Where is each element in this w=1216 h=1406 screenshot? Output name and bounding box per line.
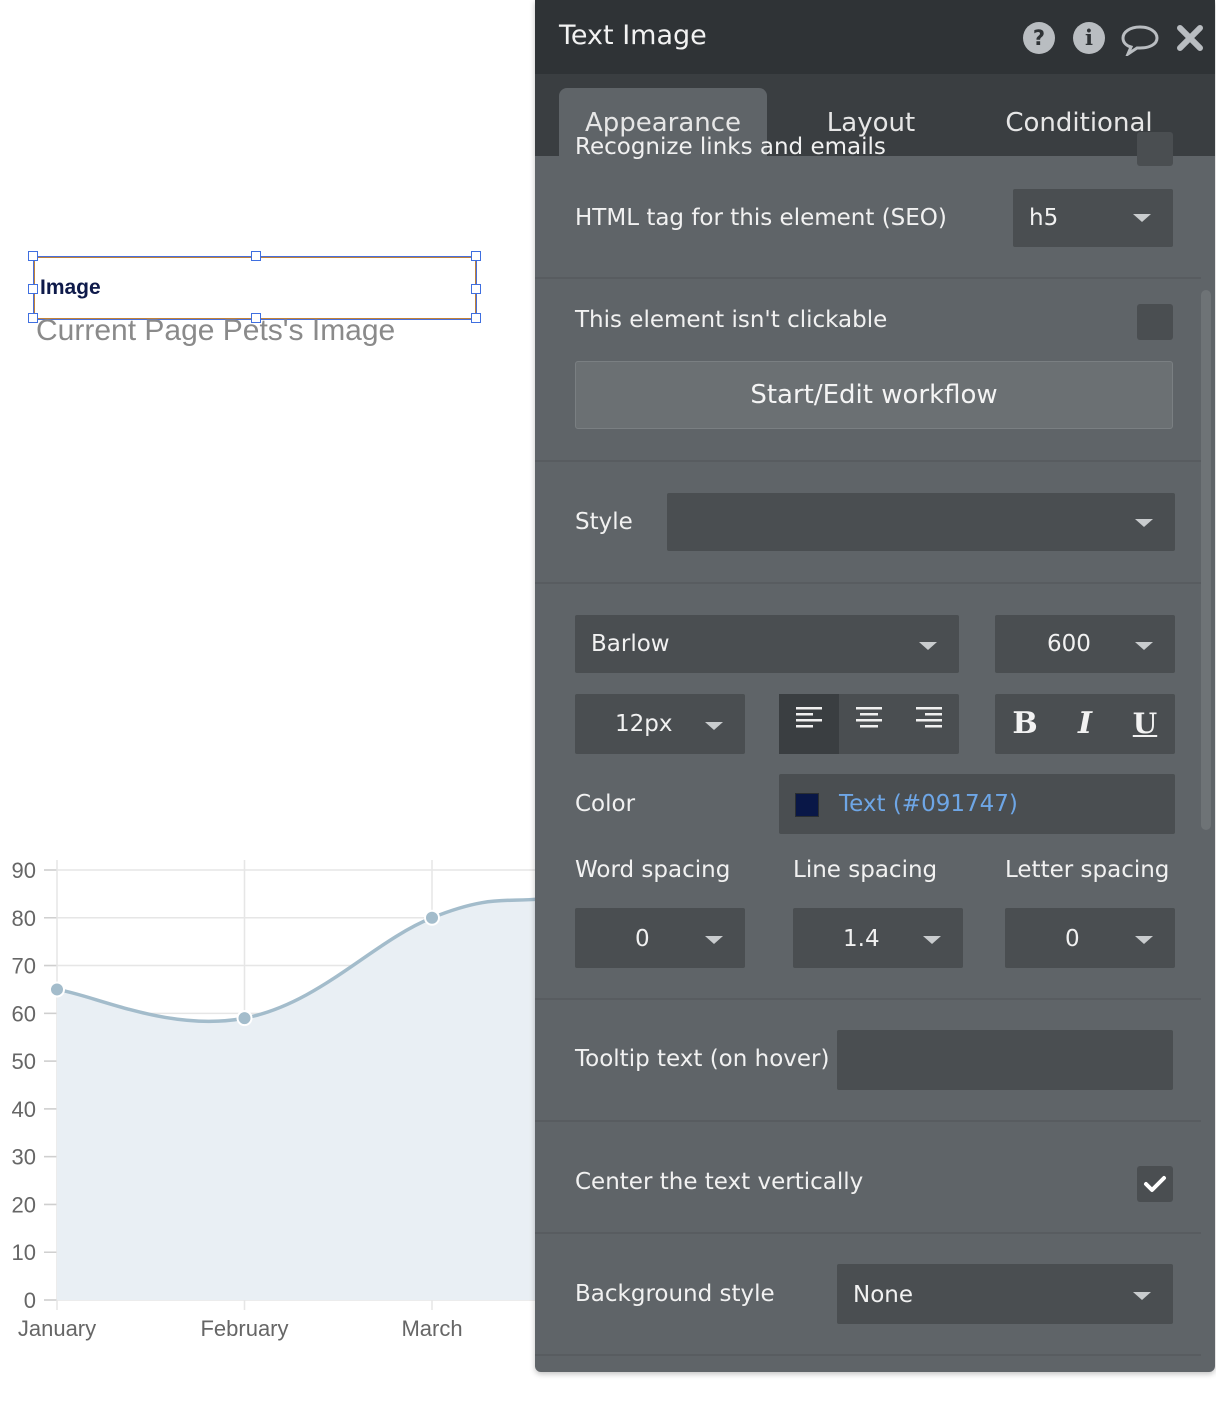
italic-button[interactable]: I [1055,694,1115,754]
y-tick-label: 20 [12,1192,36,1217]
align-center-button[interactable] [839,694,899,754]
property-editor-panel: Text Image ? i Appearance Layout Conditi… [535,0,1215,1372]
align-left-icon [796,707,822,728]
y-tick-label: 50 [12,1049,36,1074]
y-tick-label: 90 [12,858,36,883]
color-label: Color [575,791,636,817]
resize-handle-middle-left[interactable] [28,284,38,294]
resize-handle-top-right[interactable] [471,251,481,261]
recognize-links-label: Recognize links and emails [575,134,886,160]
center-vertically-label: Center the text vertically [575,1169,864,1195]
resize-handle-top-left[interactable] [28,251,38,261]
divider [535,1232,1201,1234]
letter-spacing-value: 0 [1065,926,1080,952]
close-icon[interactable] [1175,22,1205,58]
background-style-value: None [853,1282,914,1308]
style-label: Style [575,509,633,535]
underline-button[interactable]: U [1115,694,1175,754]
y-tick-label: 80 [12,906,36,931]
data-point [49,981,65,998]
comment-icon[interactable] [1121,24,1159,60]
font-family-dropdown[interactable]: Barlow [575,615,959,673]
help-icon[interactable]: ? [1023,22,1055,54]
start-edit-workflow-button[interactable]: Start/Edit workflow [575,361,1173,429]
bold-button[interactable]: B [995,694,1055,754]
chevron-down-icon [923,936,941,944]
text-format-group: B I U [995,694,1175,754]
divider [535,998,1201,1000]
panel-header: Text Image ? i [535,0,1215,74]
panel-scrollbar[interactable] [1201,290,1211,830]
recognize-links-checkbox[interactable] [1137,132,1173,166]
x-tick-label: January [18,1316,96,1341]
y-tick-label: 70 [12,954,36,979]
chevron-down-icon [1133,1292,1151,1300]
not-clickable-checkbox[interactable] [1137,304,1173,340]
word-spacing-value: 0 [635,926,650,952]
y-tick-label: 10 [12,1240,36,1265]
not-clickable-label: This element isn't clickable [575,307,888,333]
color-value: Text (#091747) [839,791,1018,817]
resize-handle-middle-right[interactable] [471,284,481,294]
text-element-content: Image [40,276,101,299]
align-left-button[interactable] [779,694,839,754]
word-spacing-label: Word spacing [575,857,731,883]
area-chart: 0 10 20 30 40 50 60 70 80 90 January February March [12,858,540,1341]
divider [535,1120,1201,1122]
divider [535,1354,1201,1356]
align-right-button[interactable] [899,694,959,754]
panel-title: Text Image [559,20,707,51]
align-right-icon [916,707,942,728]
word-spacing-dropdown[interactable]: 0 [575,908,745,968]
font-size-value: 12px [615,711,673,737]
y-tick-label: 40 [12,1097,36,1122]
color-swatch[interactable] [795,793,819,817]
checkmark-icon [1144,1176,1166,1192]
data-point [424,909,440,926]
html-tag-dropdown[interactable]: h5 [1013,189,1173,247]
y-tick-label: 60 [12,1001,36,1026]
color-picker-field[interactable]: Text (#091747) [779,774,1175,834]
text-element-caption: Current Page Pets's Image [36,314,396,347]
line-spacing-dropdown[interactable]: 1.4 [793,908,963,968]
background-style-label: Background style [575,1281,775,1307]
divider [535,460,1201,462]
font-weight-value: 600 [1047,631,1091,657]
resize-handle-top-center[interactable] [251,251,261,261]
y-tick-label: 30 [12,1145,36,1170]
html-tag-value: h5 [1029,205,1059,231]
chevron-down-icon [1135,642,1153,650]
series-area [57,898,540,1300]
font-family-value: Barlow [591,631,670,657]
chevron-down-icon [919,642,937,650]
chevron-down-icon [705,936,723,944]
tooltip-label: Tooltip text (on hover) [575,1046,830,1072]
letter-spacing-label: Letter spacing [1005,857,1170,883]
chevron-down-icon [1135,519,1153,527]
chevron-down-icon [705,722,723,730]
text-alignment-group [779,694,959,754]
y-tick-label: 0 [24,1288,36,1313]
align-center-icon [856,707,882,728]
x-tick-label: February [200,1316,288,1341]
center-vertically-checkbox[interactable] [1137,1166,1173,1202]
letter-spacing-dropdown[interactable]: 0 [1005,908,1175,968]
line-spacing-label: Line spacing [793,857,938,883]
info-icon[interactable]: i [1073,22,1105,54]
tooltip-input[interactable] [837,1030,1173,1090]
chevron-down-icon [1133,214,1151,222]
divider [535,582,1201,584]
background-style-dropdown[interactable]: None [837,1264,1173,1324]
chevron-down-icon [1135,936,1153,944]
data-point [236,1010,253,1027]
line-spacing-value: 1.4 [843,926,880,952]
font-size-dropdown[interactable]: 12px [575,694,745,754]
divider [535,277,1201,279]
style-dropdown[interactable] [667,493,1175,551]
resize-handle-bottom-right[interactable] [471,313,481,323]
clipped-row: Recognize links and emails [575,132,1055,160]
font-weight-dropdown[interactable]: 600 [995,615,1175,673]
html-tag-label: HTML tag for this element (SEO) [575,205,947,231]
x-tick-label: March [401,1316,462,1341]
